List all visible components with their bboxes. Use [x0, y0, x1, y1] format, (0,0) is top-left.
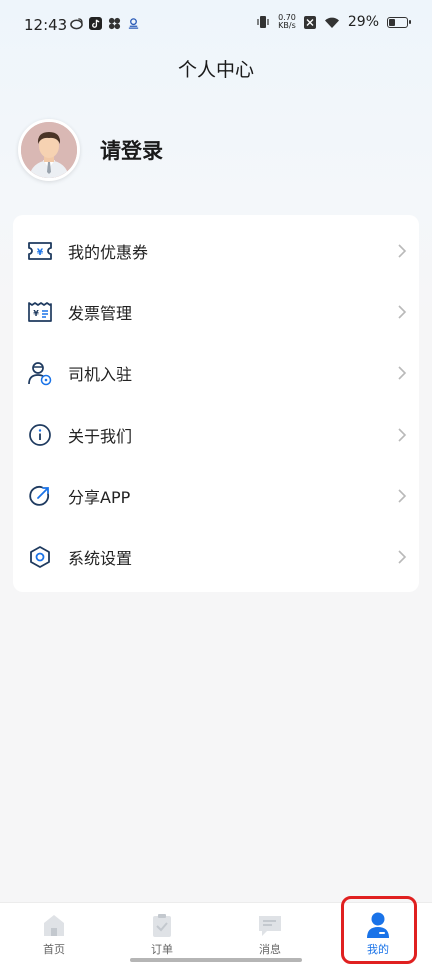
page-title: 个人中心 — [177, 59, 254, 81]
tab-label: 消息 — [259, 943, 281, 956]
battery-percent: 29% — [347, 14, 379, 30]
menu-label: 分享APP — [68, 487, 131, 507]
home-icon — [40, 911, 68, 939]
no-sim-icon — [303, 15, 316, 29]
menu-item-coupons[interactable]: ¥ 我的优惠券 — [13, 220, 419, 281]
chevron-right-icon — [398, 550, 407, 564]
profile-section[interactable]: 请登录 — [18, 119, 163, 181]
coupon-icon: ¥ — [27, 238, 53, 264]
menu-card: ¥ 我的优惠券 ¥ 发票管理 司机入驻 关于我们 分享APP 系统设置 — [13, 215, 419, 592]
tab-home[interactable]: 首页 — [0, 903, 108, 964]
order-icon — [148, 911, 176, 939]
weibo-icon — [70, 18, 83, 30]
chevron-right-icon — [398, 244, 407, 258]
share-icon — [27, 483, 53, 509]
driver-icon — [27, 360, 53, 386]
menu-label: 司机入驻 — [68, 365, 133, 385]
menu-item-invoice[interactable]: ¥ 发票管理 — [13, 281, 419, 342]
tiktok-icon — [89, 17, 102, 30]
message-icon — [256, 911, 284, 939]
clover-icon — [108, 17, 121, 30]
tab-label: 我的 — [367, 943, 389, 956]
tab-label: 订单 — [151, 943, 173, 956]
menu-label: 我的优惠券 — [68, 242, 149, 262]
menu-item-settings[interactable]: 系统设置 — [13, 526, 419, 587]
network-speed: 0.70 KB/s — [278, 14, 296, 30]
menu-label: 发票管理 — [68, 303, 133, 323]
tab-orders[interactable]: 订单 — [108, 903, 216, 964]
home-indicator — [130, 958, 302, 962]
chevron-right-icon — [398, 305, 407, 319]
settings-icon — [27, 544, 53, 570]
status-time: 12:43 — [24, 16, 68, 34]
tab-profile[interactable]: 我的 — [324, 903, 432, 964]
bottom-tab-bar: 首页 订单 消息 我的 — [0, 902, 432, 964]
vibrate-icon — [257, 16, 269, 28]
login-link[interactable]: 请登录 — [100, 135, 163, 165]
invoice-icon: ¥ — [27, 299, 53, 325]
tab-label: 首页 — [43, 943, 65, 956]
menu-label: 关于我们 — [68, 426, 133, 446]
avatar-icon[interactable] — [18, 119, 80, 181]
svg-text:¥: ¥ — [37, 248, 44, 258]
profile-icon — [364, 911, 392, 939]
chevron-right-icon — [398, 489, 407, 503]
status-bar: 12:43 0.70 KB/s 29% — [0, 0, 432, 52]
menu-label: 系统设置 — [68, 549, 133, 569]
chevron-right-icon — [398, 366, 407, 380]
status-notification-icons — [70, 17, 140, 30]
menu-item-share[interactable]: 分享APP — [13, 465, 419, 526]
svg-text:¥: ¥ — [33, 309, 39, 318]
app-icon — [128, 18, 139, 29]
battery-icon — [387, 16, 411, 28]
wifi-icon — [324, 17, 339, 28]
tab-messages[interactable]: 消息 — [216, 903, 324, 964]
menu-item-about[interactable]: 关于我们 — [13, 404, 419, 465]
net-speed-unit: KB/s — [278, 21, 296, 30]
info-icon — [27, 422, 53, 448]
status-right-group: 0.70 KB/s 29% — [256, 14, 411, 30]
menu-item-driver[interactable]: 司机入驻 — [13, 343, 419, 404]
chevron-right-icon — [398, 427, 407, 442]
